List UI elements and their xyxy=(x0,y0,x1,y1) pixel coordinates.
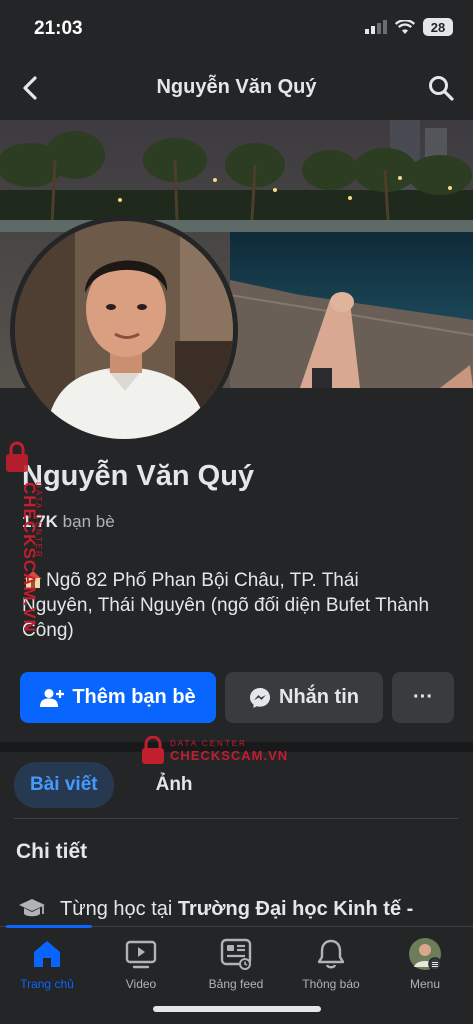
friends-label: bạn bè xyxy=(62,512,115,531)
nav-notifications-label: Thông báo xyxy=(302,977,360,991)
wifi-icon xyxy=(395,19,415,34)
watermark-brand: CHECKSCAM.VN xyxy=(170,748,289,763)
tab-posts[interactable]: Bài viết xyxy=(14,762,114,808)
bell-icon xyxy=(317,939,345,969)
address-line: Ngõ 82 Phố Phan Bội Châu, TP. Thái Nguyê… xyxy=(22,568,432,643)
battery-indicator: 28 xyxy=(423,18,453,36)
details-title: Chi tiết xyxy=(16,840,88,863)
status-time: 21:03 xyxy=(34,18,83,39)
status-bar: 21:03 28 xyxy=(0,0,473,56)
home-indicator xyxy=(153,1006,321,1012)
message-label: Nhắn tin xyxy=(279,686,359,708)
education-row[interactable]: Từng học tại Trường Đại học Kinh tế - xyxy=(18,896,413,922)
watermark-tagline: DATA CENTER xyxy=(170,739,247,748)
nav-notifications[interactable]: Thông báo xyxy=(284,937,378,991)
home-icon xyxy=(34,941,60,967)
watermark-vertical: CHECKSCAM.VN DATA CENTER xyxy=(6,440,48,640)
search-icon[interactable] xyxy=(427,74,455,102)
nav-feed-label: Bảng feed xyxy=(208,977,264,991)
watermark-lock-icon xyxy=(142,736,164,764)
address-text: Ngõ 82 Phố Phan Bội Châu, TP. Thái Nguyê… xyxy=(22,570,430,641)
nav-video[interactable]: Video xyxy=(94,937,188,991)
feed-icon xyxy=(220,938,252,970)
profile-tabs: Bài viết Ảnh xyxy=(14,762,209,808)
nav-video-label: Video xyxy=(125,977,157,991)
message-button[interactable]: Nhắn tin xyxy=(225,672,383,723)
more-options-button[interactable]: ··· xyxy=(392,672,454,723)
status-icons: 28 xyxy=(365,18,453,36)
add-friend-label: Thêm bạn bè xyxy=(72,686,196,708)
tab-divider xyxy=(14,818,458,819)
nav-home-label: Trang chủ xyxy=(20,977,74,991)
menu-avatar-icon xyxy=(409,938,442,971)
profile-avatar-frame[interactable] xyxy=(10,216,238,444)
more-options-icon: ··· xyxy=(413,686,433,708)
profile-header: Nguyễn Văn Quý xyxy=(0,56,473,120)
education-prefix: Từng học tại xyxy=(60,897,173,920)
video-icon xyxy=(125,940,157,969)
signal-icon xyxy=(365,20,387,34)
add-friend-icon xyxy=(40,688,65,707)
nav-feed[interactable]: Bảng feed xyxy=(189,937,283,991)
education-school[interactable]: Trường Đại học Kinh tế - xyxy=(178,898,413,920)
watermark-horizontal: DATA CENTER CHECKSCAM.VN xyxy=(140,736,288,766)
tab-photos[interactable]: Ảnh xyxy=(140,762,209,808)
svg-text:DATA CENTER: DATA CENTER xyxy=(34,482,43,559)
profile-avatar[interactable] xyxy=(15,221,233,439)
nav-menu[interactable]: Menu xyxy=(378,937,472,991)
profile-name: Nguyễn Văn Quý xyxy=(22,460,255,492)
nav-menu-label: Menu xyxy=(409,977,441,991)
active-tab-indicator xyxy=(6,925,92,928)
add-friend-button[interactable]: Thêm bạn bè xyxy=(20,672,216,723)
header-title: Nguyễn Văn Quý xyxy=(156,76,317,98)
graduation-cap-icon xyxy=(19,899,45,917)
messenger-icon xyxy=(250,687,270,708)
nav-home[interactable]: Trang chủ xyxy=(0,937,94,991)
